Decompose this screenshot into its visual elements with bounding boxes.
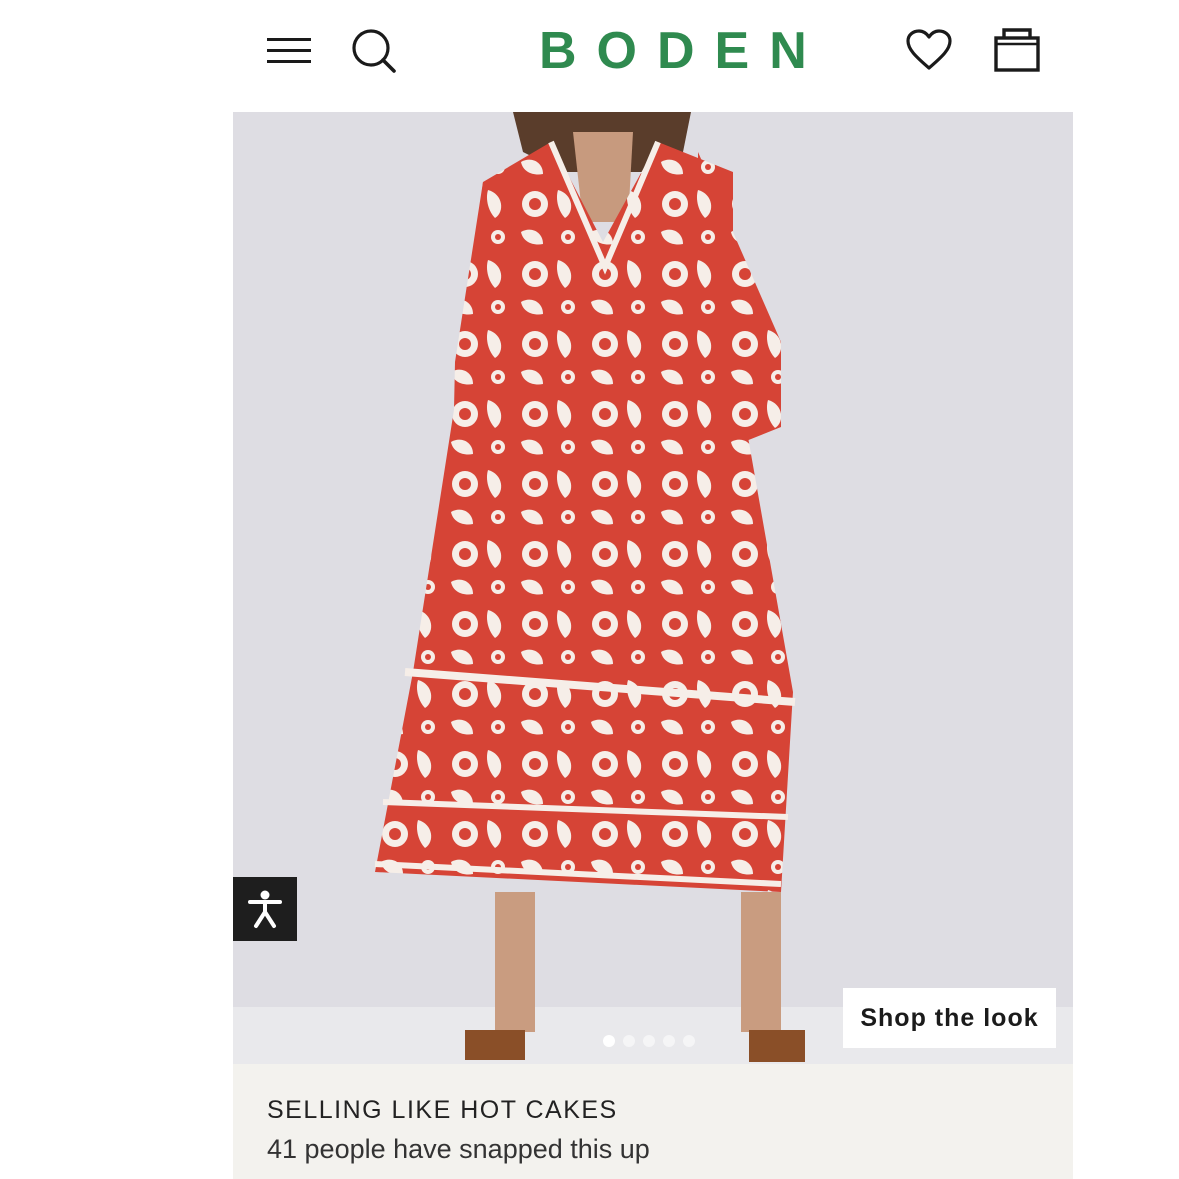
site-header: BODEN <box>233 0 1073 108</box>
search-icon <box>352 29 396 73</box>
carousel-dot[interactable] <box>643 1035 655 1047</box>
carousel-dot[interactable] <box>603 1035 615 1047</box>
wishlist-button[interactable] <box>905 28 953 72</box>
hero-carousel[interactable]: Shop the look <box>233 112 1073 1064</box>
search-button[interactable] <box>349 26 399 76</box>
bag-button[interactable] <box>991 24 1043 76</box>
shop-the-look-button[interactable]: Shop the look <box>843 988 1056 1048</box>
accessibility-icon <box>248 890 282 928</box>
carousel-pagination <box>603 1035 713 1047</box>
carousel-dot[interactable] <box>683 1035 695 1047</box>
menu-icon <box>267 38 311 63</box>
brand-logo[interactable]: BODEN <box>519 18 807 84</box>
carousel-dot[interactable] <box>663 1035 675 1047</box>
heart-icon <box>906 29 952 70</box>
product-photo <box>233 112 1073 1064</box>
shopping-bag-icon <box>994 28 1040 72</box>
promo-title: SELLING LIKE HOT CAKES <box>267 1096 618 1124</box>
accessibility-button[interactable] <box>233 877 297 941</box>
promo-subtitle: 41 people have snapped this up <box>267 1134 650 1164</box>
promo-banner: SELLING LIKE HOT CAKES 41 people have sn… <box>233 1064 1073 1179</box>
menu-button[interactable] <box>265 30 313 70</box>
carousel-dot[interactable] <box>623 1035 635 1047</box>
